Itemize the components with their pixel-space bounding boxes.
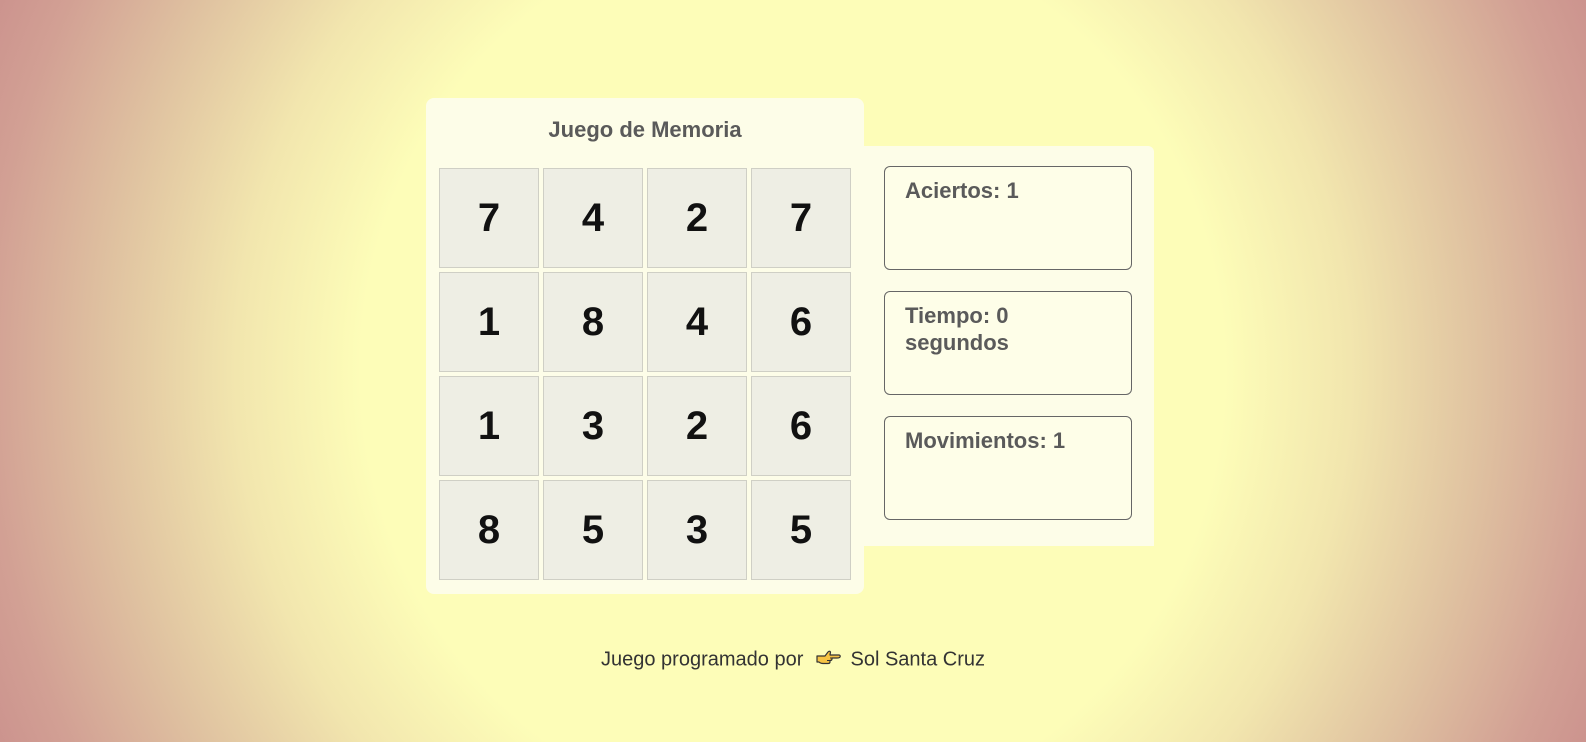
card[interactable]: 4 [543,168,643,268]
game-panel: Juego de Memoria 7 4 2 7 1 8 4 6 1 3 2 6… [426,98,864,594]
game-title: Juego de Memoria [548,117,742,142]
time-counter: Tiempo: 0 segundos [884,291,1132,395]
card[interactable]: 6 [751,272,851,372]
card-board: 7 4 2 7 1 8 4 6 1 3 2 6 8 5 3 5 [439,168,851,580]
card[interactable]: 5 [543,480,643,580]
card[interactable]: 3 [543,376,643,476]
card[interactable]: 8 [439,480,539,580]
card[interactable]: 2 [647,168,747,268]
card[interactable]: 2 [647,376,747,476]
footer-credit-text: Juego programado por [601,648,804,671]
card[interactable]: 1 [439,272,539,372]
card[interactable]: 5 [751,480,851,580]
card[interactable]: 7 [751,168,851,268]
stats-panel: Aciertos: 1 Tiempo: 0 segundos Movimient… [864,146,1154,546]
card[interactable]: 7 [439,168,539,268]
author-name: Sol Santa Cruz [850,648,985,671]
card[interactable]: 6 [751,376,851,476]
pointing-hand-icon [815,647,841,673]
card[interactable]: 3 [647,480,747,580]
card[interactable]: 8 [543,272,643,372]
moves-counter: Movimientos: 1 [884,416,1132,520]
hits-counter: Aciertos: 1 [884,166,1132,270]
card[interactable]: 1 [439,376,539,476]
footer: Juego programado por Sol Santa Cruz [0,647,1586,673]
card[interactable]: 4 [647,272,747,372]
